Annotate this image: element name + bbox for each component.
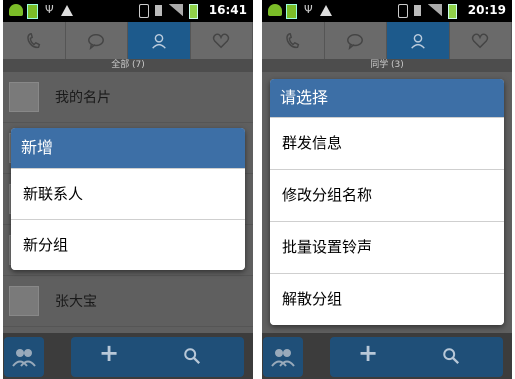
bottom-toolbar: + — [3, 333, 253, 379]
search-icon[interactable] — [442, 347, 460, 365]
dialog-option-rename-group[interactable]: 修改分组名称 — [270, 169, 504, 221]
search-icon[interactable] — [183, 347, 201, 365]
contact-icon — [151, 33, 166, 49]
action-bar: + — [71, 337, 244, 377]
avatar — [9, 286, 39, 316]
tab-favorites[interactable] — [450, 22, 512, 59]
dialog-title: 新增 — [11, 128, 245, 168]
tab-bar — [3, 22, 253, 59]
sim-icon — [414, 5, 421, 16]
tab-phone[interactable] — [3, 22, 66, 59]
battery-notify-icon — [286, 4, 297, 19]
left-screen: Ψ 16:41 全部 (7) 我的名片 张大宝 + 新增 新联系人 新分组 — [3, 0, 253, 379]
signal-icon — [169, 4, 183, 16]
message-icon — [88, 33, 105, 50]
tab-messages[interactable] — [66, 22, 128, 59]
phone-icon — [286, 32, 300, 48]
contact-name: 张大宝 — [55, 294, 97, 310]
add-button[interactable]: + — [99, 339, 119, 367]
group-icon — [12, 349, 36, 367]
sim-icon — [155, 5, 162, 16]
tab-favorites[interactable] — [191, 22, 253, 59]
signal-icon — [428, 4, 442, 16]
bottom-toolbar: + — [262, 333, 512, 379]
group-options-dialog: 请选择 群发信息 修改分组名称 批量设置铃声 解散分组 — [270, 79, 504, 325]
contact-name: 我的名片 — [55, 90, 111, 106]
phone-icon — [27, 32, 41, 48]
group-header: 同学 (3) — [262, 59, 512, 72]
tab-bar — [262, 22, 512, 59]
dialog-option-new-contact[interactable]: 新联系人 — [11, 168, 245, 219]
favorite-icon — [213, 32, 230, 48]
status-bar: Ψ 20:19 — [262, 0, 512, 22]
group-header: 全部 (7) — [3, 59, 253, 72]
list-item[interactable]: 张大宝 — [3, 276, 253, 327]
warning-icon — [320, 5, 332, 16]
groups-button[interactable] — [4, 337, 44, 377]
dialog-option-batch-ringtone[interactable]: 批量设置铃声 — [270, 221, 504, 273]
battery-icon — [189, 4, 198, 19]
battery-notify-icon — [27, 4, 38, 19]
tab-contacts[interactable] — [387, 22, 450, 59]
list-item[interactable]: 我的名片 — [3, 72, 253, 123]
vibrate-icon — [398, 4, 408, 18]
contact-icon — [410, 33, 425, 49]
status-time: 20:19 — [467, 3, 506, 17]
message-icon — [347, 33, 364, 50]
dialog-option-new-group[interactable]: 新分组 — [11, 219, 245, 270]
favorite-icon — [472, 32, 489, 48]
tab-contacts[interactable] — [128, 22, 191, 59]
warning-icon — [61, 5, 73, 16]
dialog-option-dissolve-group[interactable]: 解散分组 — [270, 273, 504, 325]
groups-button[interactable] — [263, 337, 303, 377]
vibrate-icon — [139, 4, 149, 18]
usb-icon: Ψ — [45, 3, 54, 16]
status-time: 16:41 — [208, 3, 247, 17]
add-dialog: 新增 新联系人 新分组 — [11, 128, 245, 270]
add-button[interactable]: + — [358, 339, 378, 367]
android-icon — [9, 4, 23, 16]
tab-phone[interactable] — [262, 22, 325, 59]
dialog-title: 请选择 — [270, 79, 504, 117]
android-icon — [268, 4, 282, 16]
dialog-option-group-message[interactable]: 群发信息 — [270, 117, 504, 169]
action-bar: + — [330, 337, 503, 377]
usb-icon: Ψ — [304, 3, 313, 16]
status-bar: Ψ 16:41 — [3, 0, 253, 22]
battery-icon — [448, 4, 457, 19]
tab-messages[interactable] — [325, 22, 387, 59]
avatar — [9, 82, 39, 112]
group-icon — [271, 349, 295, 367]
right-screen: Ψ 20:19 同学 (3) + 请选择 群发信息 修改分组名称 批量设置铃声 … — [262, 0, 512, 379]
